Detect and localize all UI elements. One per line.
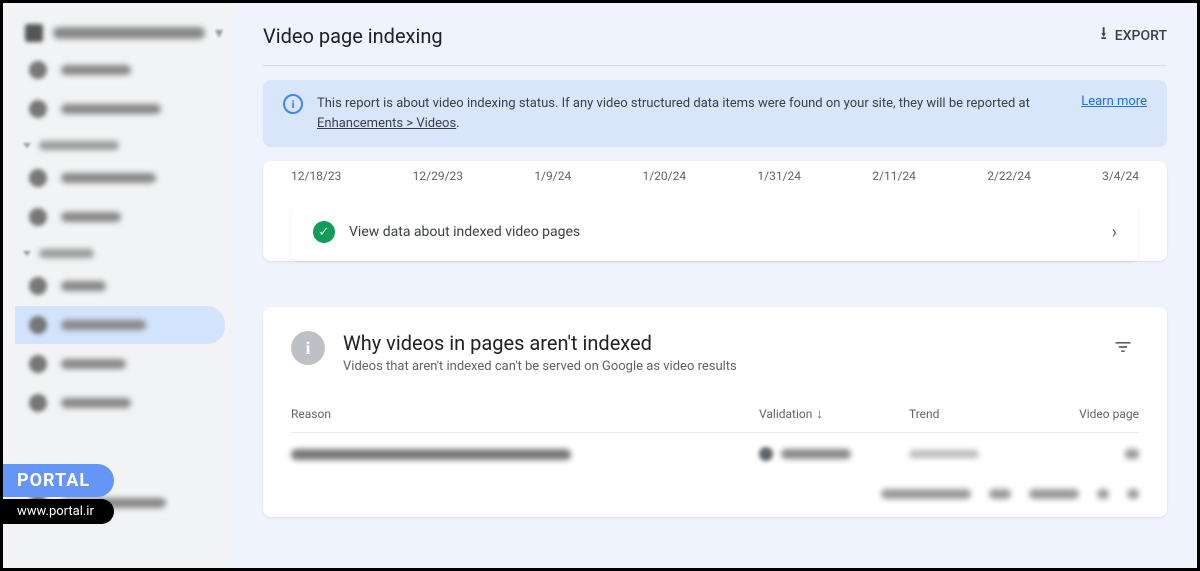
sidebar-item-label bbox=[61, 281, 106, 291]
sidebar-item-removals[interactable] bbox=[15, 384, 225, 422]
search-icon bbox=[29, 100, 47, 118]
page-title: Video page indexing bbox=[263, 24, 443, 48]
table-pagination bbox=[291, 475, 1139, 505]
sidebar-section-indexing[interactable] bbox=[15, 237, 233, 266]
property-selector[interactable]: ▾ bbox=[15, 15, 233, 50]
site-favicon bbox=[25, 24, 43, 42]
sidebar-item-url-inspection[interactable] bbox=[15, 90, 225, 128]
date-tick: 1/31/24 bbox=[757, 169, 801, 183]
pages-icon bbox=[29, 277, 47, 295]
info-icon: i bbox=[291, 331, 325, 365]
sidebar-item-pages[interactable] bbox=[15, 267, 225, 305]
sidebar-item-label bbox=[61, 65, 131, 75]
watermark-url: www.portal.ir bbox=[3, 499, 114, 524]
sidebar-item-discover[interactable] bbox=[15, 198, 225, 236]
export-button[interactable]: ⭳ EXPORT bbox=[1100, 21, 1167, 51]
chevron-right-icon: › bbox=[1112, 222, 1117, 243]
sidebar-section-performance[interactable] bbox=[15, 129, 233, 158]
rows-per-page-blurred[interactable] bbox=[881, 489, 971, 499]
date-tick: 12/18/23 bbox=[291, 169, 341, 183]
column-validation[interactable]: Validation ↓ bbox=[759, 406, 909, 422]
check-circle-icon: ✓ bbox=[313, 221, 335, 243]
sitemap-icon bbox=[29, 355, 47, 373]
learn-more-link[interactable]: Learn more bbox=[1081, 94, 1147, 109]
chevron-down-icon bbox=[23, 143, 31, 148]
sidebar-item-sitemaps[interactable] bbox=[15, 345, 225, 383]
validation-text-blurred bbox=[781, 449, 851, 459]
sort-down-icon: ↓ bbox=[816, 406, 823, 422]
chart-x-axis: 12/18/23 12/29/23 1/9/24 1/20/24 1/31/24… bbox=[263, 161, 1167, 203]
status-dot-icon bbox=[759, 447, 773, 461]
column-video-page[interactable]: Video page bbox=[1049, 407, 1139, 421]
download-icon: ⭳ bbox=[1100, 21, 1106, 51]
sidebar-section-label bbox=[39, 249, 94, 258]
page-size-blurred[interactable] bbox=[989, 489, 1011, 499]
video-icon bbox=[29, 316, 47, 334]
removals-icon bbox=[29, 394, 47, 412]
why-subtitle: Videos that aren't indexed can't be serv… bbox=[343, 359, 1089, 374]
sidebar-item-label bbox=[61, 320, 146, 330]
banner-text: This report is about video indexing stat… bbox=[317, 94, 1067, 133]
why-not-indexed-card: i Why videos in pages aren't indexed Vid… bbox=[263, 307, 1167, 517]
column-reason[interactable]: Reason bbox=[291, 407, 759, 421]
info-icon: i bbox=[283, 94, 303, 114]
overview-icon bbox=[29, 61, 47, 79]
info-banner: i This report is about video indexing st… bbox=[263, 80, 1167, 147]
filter-icon[interactable] bbox=[1107, 331, 1139, 368]
watermark-badge: PORTAL www.portal.ir bbox=[3, 464, 114, 524]
sidebar-item-search-results[interactable] bbox=[15, 159, 225, 197]
prev-page-blurred[interactable] bbox=[1097, 489, 1109, 499]
why-title: Why videos in pages aren't indexed bbox=[343, 331, 1089, 355]
chart-card: 12/18/23 12/29/23 1/9/24 1/20/24 1/31/24… bbox=[263, 161, 1167, 261]
watermark-label: PORTAL bbox=[3, 464, 114, 497]
chart-icon bbox=[29, 169, 47, 187]
enhancements-videos-link[interactable]: Enhancements > Videos bbox=[317, 116, 456, 131]
sidebar-item-label bbox=[61, 104, 161, 114]
sidebar-item-label bbox=[61, 173, 156, 183]
discover-icon bbox=[29, 208, 47, 226]
chevron-down-icon bbox=[23, 251, 31, 256]
sidebar-item-label bbox=[61, 398, 131, 408]
trend-sparkline-blurred bbox=[909, 450, 979, 458]
sidebar-item-label bbox=[61, 212, 121, 222]
date-tick: 1/20/24 bbox=[642, 169, 686, 183]
sidebar-item-video-pages[interactable] bbox=[15, 306, 225, 344]
date-tick: 1/9/24 bbox=[534, 169, 571, 183]
page-count-blurred bbox=[1125, 449, 1139, 459]
sidebar-section-label bbox=[39, 141, 119, 150]
date-tick: 2/11/24 bbox=[872, 169, 916, 183]
date-tick: 3/4/24 bbox=[1102, 169, 1139, 183]
date-tick: 12/29/23 bbox=[413, 169, 463, 183]
sidebar-item-overview[interactable] bbox=[15, 51, 225, 89]
table-row[interactable] bbox=[291, 433, 1139, 475]
date-tick: 2/22/24 bbox=[987, 169, 1031, 183]
export-label: EXPORT bbox=[1115, 28, 1167, 44]
reason-text-blurred bbox=[291, 449, 571, 460]
sidebar-item-label bbox=[61, 359, 126, 369]
topbar: Video page indexing ⭳ EXPORT bbox=[233, 3, 1197, 65]
chevron-down-icon: ▾ bbox=[215, 23, 223, 42]
table-header: Reason Validation ↓ Trend Video page bbox=[291, 396, 1139, 433]
next-page-blurred[interactable] bbox=[1127, 489, 1139, 499]
column-trend[interactable]: Trend bbox=[909, 407, 1049, 421]
main-content: Video page indexing ⭳ EXPORT i This repo… bbox=[233, 3, 1197, 568]
site-url-blurred bbox=[53, 27, 205, 39]
page-range-blurred bbox=[1029, 489, 1079, 499]
view-indexed-data-card[interactable]: ✓ View data about indexed video pages › bbox=[291, 203, 1139, 261]
view-data-label: View data about indexed video pages bbox=[349, 224, 1098, 240]
